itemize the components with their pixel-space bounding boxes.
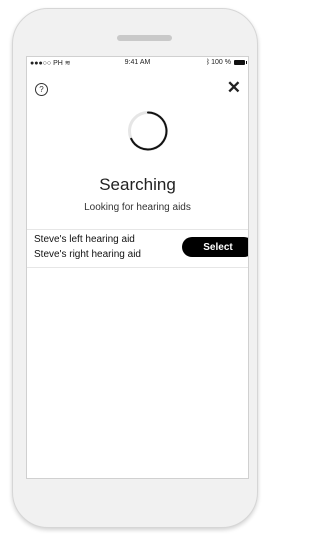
status-right: ᛒ 100 %	[205, 59, 247, 66]
bluetooth-icon: ᛒ	[205, 59, 211, 66]
loading-spinner-icon	[127, 110, 169, 152]
device-left-name: Steve's left hearing aid	[34, 234, 135, 245]
close-icon[interactable]: ✕	[227, 79, 241, 96]
app-screen: ●●●○○ PH ≋ 9:41 AM ᛒ 100 % ? ✕ Searching…	[26, 56, 249, 479]
search-title: Searching	[99, 175, 176, 194]
select-button[interactable]: Select	[182, 237, 248, 257]
device-list-item: Steve's left hearing aid Steve's right h…	[27, 229, 248, 266]
phone-speaker	[117, 35, 172, 41]
battery-label: 100 %	[211, 59, 231, 66]
list-divider-bottom	[27, 267, 248, 268]
status-bar: ●●●○○ PH ≋ 9:41 AM ᛒ 100 %	[27, 57, 248, 69]
battery-icon	[234, 60, 247, 65]
device-right-name: Steve's right hearing aid	[34, 249, 141, 260]
help-icon[interactable]: ?	[35, 83, 48, 96]
search-subtitle: Looking for hearing aids	[84, 202, 191, 213]
